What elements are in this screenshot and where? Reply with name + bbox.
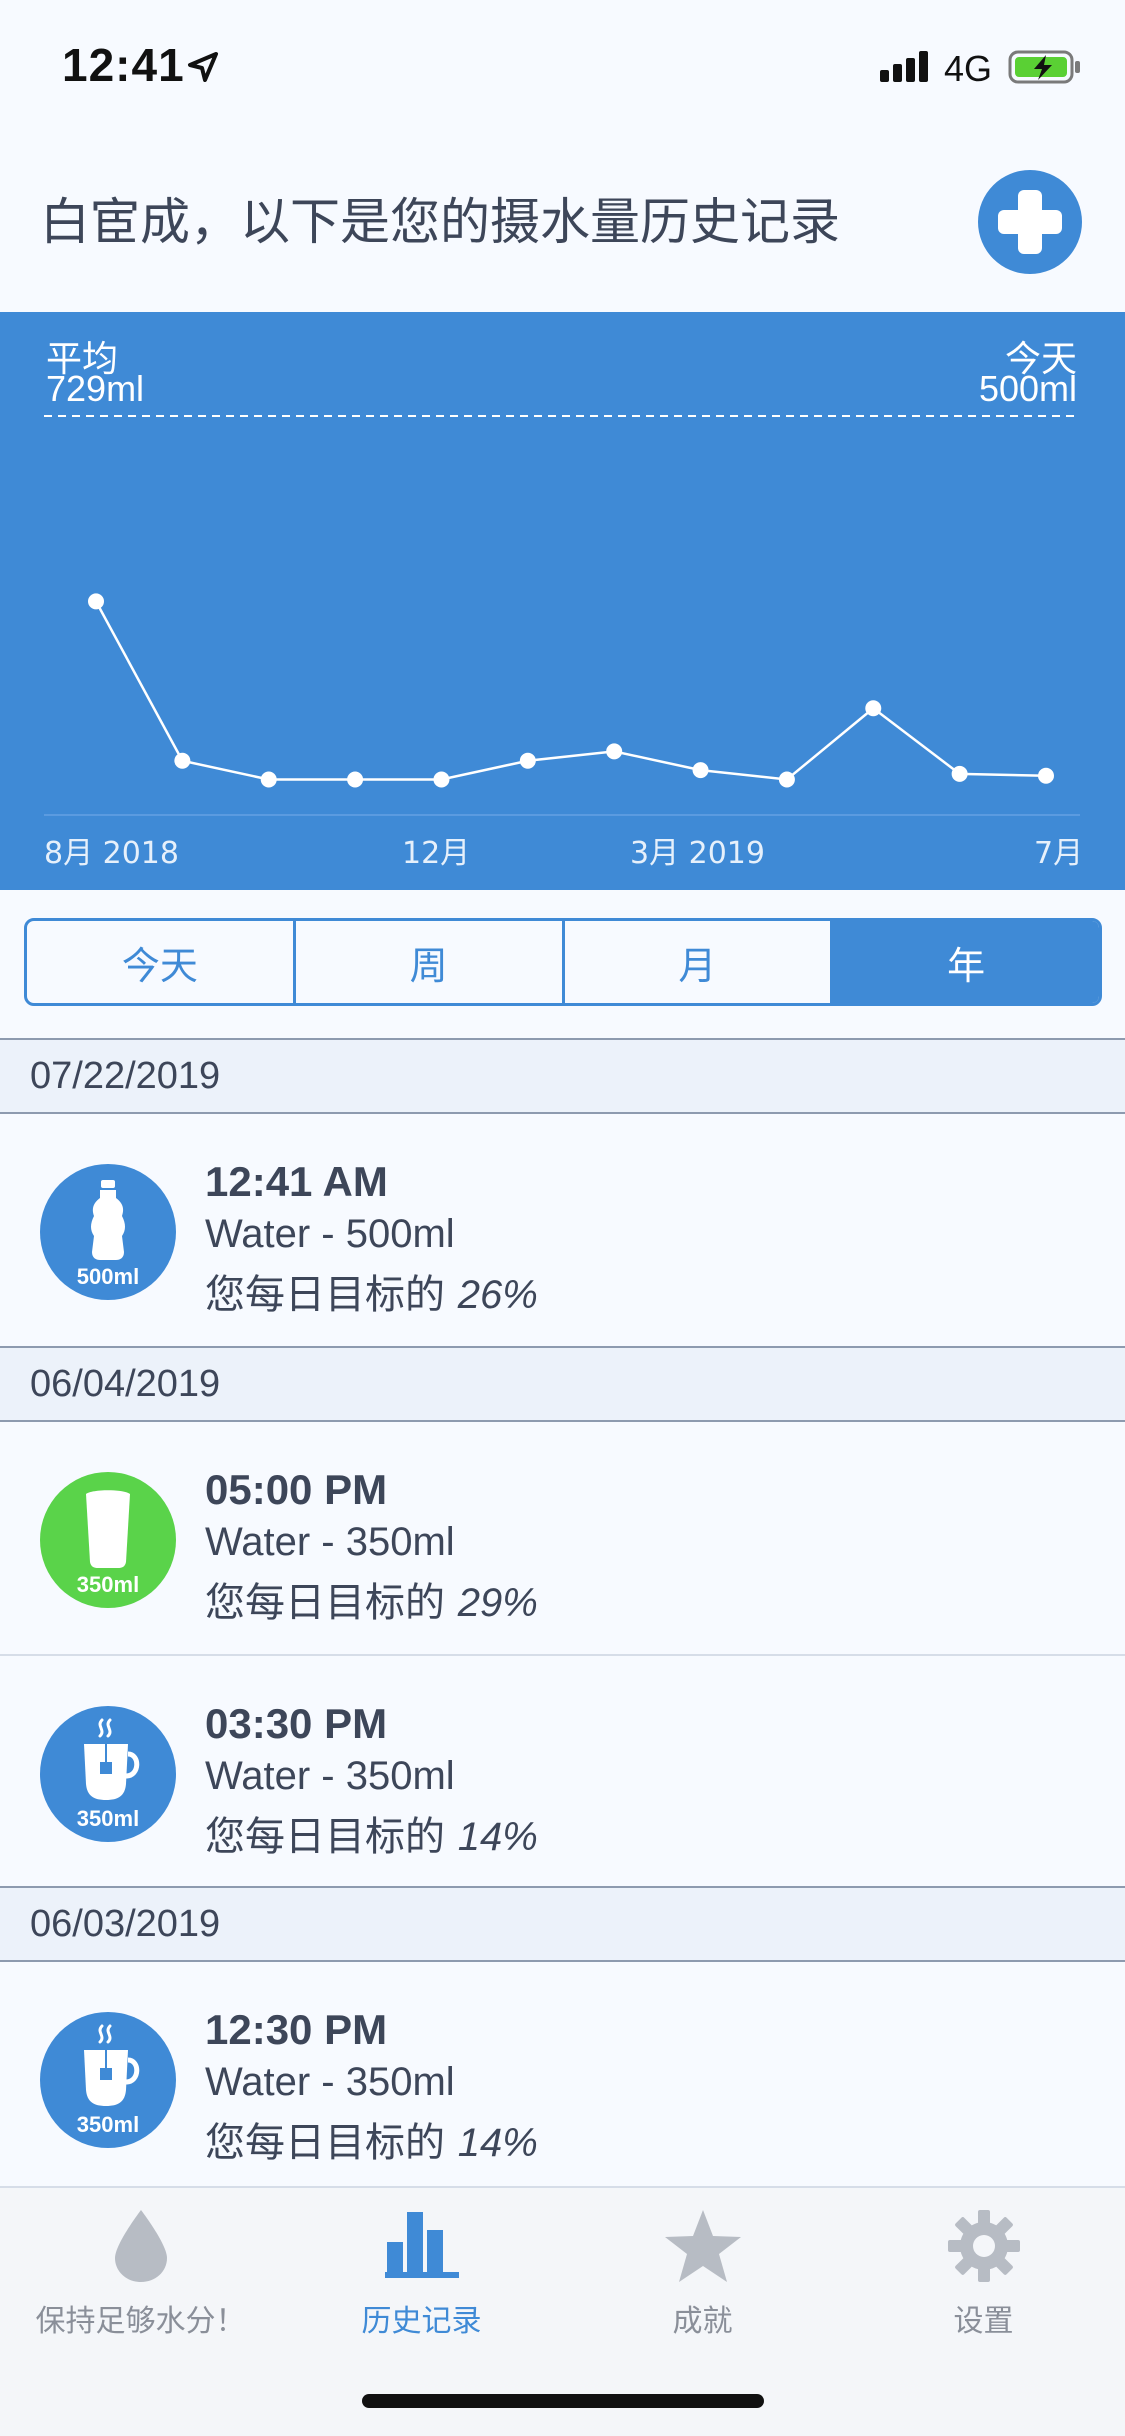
list-item[interactable]: 350ml 03:30 PM Water - 350ml 您每日目标的 14%: [0, 1654, 1125, 1886]
entry-goal: 您每日目标的 14%: [205, 1814, 538, 1860]
date-header: 06/03/2019: [0, 1886, 1125, 1962]
segment-today[interactable]: 今天: [27, 921, 296, 1003]
home-indicator: [362, 2394, 764, 2408]
date-header: 06/04/2019: [0, 1346, 1125, 1422]
tab-settings[interactable]: 设置: [843, 2188, 1124, 2348]
entry-description: Water - 350ml: [205, 1754, 455, 1798]
data-point: [88, 593, 104, 610]
data-point: [519, 752, 536, 769]
star-icon: [664, 2210, 741, 2282]
entry-time: 05:00 PM: [205, 1466, 388, 1513]
intake-chart: 平均 729ml 今天 500ml 8月 2018 12月 3月 2019 7月: [0, 312, 1125, 890]
tea-cup-icon: 350ml: [40, 1706, 176, 1842]
page-title: 白宦成，以下是您的摄水量历史记录: [40, 193, 840, 251]
data-point: [1038, 767, 1054, 784]
list-item[interactable]: 350ml 05:00 PM Water - 350ml 您每日目标的 29%: [0, 1422, 1125, 1654]
segment-week[interactable]: 周: [296, 921, 565, 1003]
list-item[interactable]: 350ml 12:30 PM Water - 350ml 您每日目标的 14%: [0, 1962, 1125, 2194]
bottle-icon: 500ml: [40, 1164, 176, 1300]
list-item[interactable]: 500ml 12:41 AM Water - 500ml 您每日目标的 26%: [0, 1114, 1125, 1346]
series-line: [94, 600, 1047, 781]
today-value: 500ml: [978, 368, 1077, 409]
tea-cup-icon: 350ml: [40, 2012, 176, 2148]
tab-achievements[interactable]: 成就: [562, 2188, 843, 2348]
data-point: [260, 771, 277, 788]
page-header: 白宦成，以下是您的摄水量历史记录: [0, 132, 1125, 312]
entry-time: 12:41 AM: [205, 1158, 388, 1205]
data-point: [174, 752, 191, 769]
bar-chart-icon: [384, 2212, 459, 2278]
tab-label: 成就: [672, 2304, 733, 2339]
x-tick-label: 7月: [1034, 836, 1084, 871]
water-drop-icon: [114, 2210, 167, 2282]
glass-icon: 350ml: [40, 1472, 176, 1608]
tab-history[interactable]: 历史记录: [281, 2188, 562, 2348]
history-list: 07/22/2019 500ml 12:41 AM Water - 500ml …: [0, 1038, 1125, 2194]
gear-icon: [947, 2210, 1020, 2282]
date-header: 07/22/2019: [0, 1038, 1125, 1114]
network-type: 4G: [944, 48, 993, 89]
entry-time: 12:30 PM: [205, 2006, 388, 2053]
data-point: [951, 765, 968, 782]
x-tick-label: 3月 2019: [630, 836, 765, 871]
data-point: [865, 700, 882, 717]
location-arrow-icon: [188, 52, 218, 82]
line-chart: [44, 415, 1080, 816]
battery-icon: [1008, 50, 1080, 84]
average-value: 729ml: [46, 368, 145, 409]
entry-time: 03:30 PM: [205, 1700, 388, 1747]
data-point: [692, 762, 709, 779]
entry-description: Water - 350ml: [205, 1520, 455, 1564]
segment-month[interactable]: 月: [565, 921, 834, 1003]
status-time: 12:41: [62, 39, 185, 91]
data-point: [606, 743, 623, 760]
tab-stay-hydrated[interactable]: 保持足够水分！: [0, 2188, 281, 2348]
entry-goal: 您每日目标的 14%: [205, 2120, 538, 2166]
data-point: [433, 771, 450, 788]
signal-icon: [880, 51, 928, 82]
period-selector: 今天 周 月 年: [24, 918, 1102, 1006]
x-tick-label: 12月: [402, 836, 471, 871]
add-drink-button[interactable]: [978, 170, 1082, 274]
entry-description: Water - 350ml: [205, 2060, 455, 2104]
status-bar: 12:41 4G: [0, 0, 1125, 132]
tab-label: 设置: [953, 2304, 1014, 2339]
entry-goal: 您每日目标的 26%: [205, 1272, 538, 1318]
data-point: [347, 771, 364, 788]
tab-label: 历史记录: [361, 2304, 482, 2339]
segment-year[interactable]: 年: [833, 921, 1099, 1003]
entry-goal: 您每日目标的 29%: [205, 1580, 538, 1626]
entry-description: Water - 500ml: [205, 1212, 455, 1256]
data-point: [778, 771, 795, 788]
x-tick-label: 8月 2018: [44, 836, 179, 871]
tab-label: 保持足够水分！: [35, 2304, 246, 2339]
